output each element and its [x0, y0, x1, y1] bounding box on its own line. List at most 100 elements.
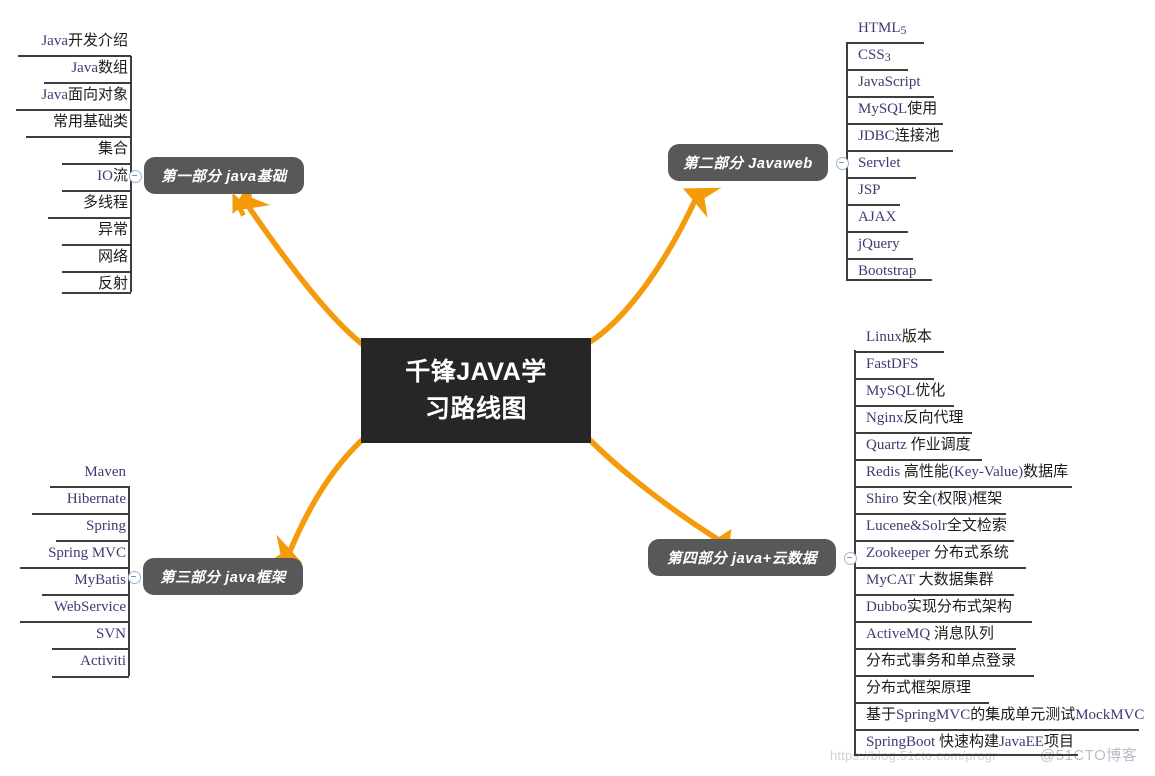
leaf-rule — [846, 258, 913, 260]
leaf-item[interactable]: 分布式框架原理 — [866, 679, 971, 698]
leaf-item[interactable]: 多线程 — [0, 194, 128, 213]
leaf-item[interactable]: Dubbo实现分布式架构 — [866, 598, 1012, 617]
branch-label-1: 第一部分 java基础 — [161, 169, 287, 185]
leaf-rule — [846, 231, 908, 233]
leaf-item[interactable]: Servlet — [858, 154, 901, 173]
leaf-item[interactable]: jQuery — [858, 235, 900, 254]
leaf-item[interactable]: 异常 — [0, 221, 128, 240]
branch-pill-1[interactable]: 第一部分 java基础 — [144, 157, 304, 194]
leaf-rule — [846, 96, 934, 98]
leaf-rule — [854, 432, 972, 434]
leaf-item[interactable]: MyBatis — [0, 571, 126, 590]
leaf-item[interactable]: MySQL优化 — [866, 382, 945, 401]
leaf-item[interactable]: IO流 — [0, 167, 128, 186]
leaf-item[interactable]: Redis 高性能(Key-Value)数据库 — [866, 463, 1068, 482]
leaf-rule — [854, 405, 954, 407]
branch-label-2: 第二部分 Javaweb — [683, 156, 813, 172]
leaf-item[interactable]: 网络 — [0, 248, 128, 267]
leaf-group-branch-4: Linux版本 FastDFS MySQL优化 Nginx反向代理 Quartz… — [854, 320, 1154, 760]
leaf-item[interactable]: 基于SpringMVC的集成单元测试MockMVC — [866, 706, 1144, 725]
leaf-rule — [20, 621, 129, 623]
leaf-rule — [854, 621, 1032, 623]
leaf-rule — [62, 271, 131, 273]
branch-4-spine — [854, 350, 856, 754]
leaf-rule — [846, 42, 924, 44]
mouse-cursor — [232, 193, 250, 217]
leaf-rule — [62, 292, 131, 294]
branch-label-4: 第四部分 java+云数据 — [666, 551, 818, 567]
leaf-item[interactable]: FastDFS — [866, 355, 919, 374]
leaf-item[interactable]: Spring MVC — [0, 544, 126, 563]
leaf-item[interactable]: Nginx反向代理 — [866, 409, 964, 428]
leaf-item[interactable]: JSP — [858, 181, 881, 200]
leaf-item[interactable]: WebService — [0, 598, 126, 617]
leaf-item[interactable]: 分布式事务和单点登录 — [866, 652, 1016, 671]
center-title-line1: 千锋JAVA学 — [405, 358, 547, 387]
leaf-rule — [854, 729, 1139, 731]
leaf-rule — [854, 594, 1014, 596]
leaf-group-branch-1: Java开发介绍 Java数组 Java面向对象 常用基础类 集合 IO流 多线… — [0, 0, 132, 300]
leaf-item[interactable]: Shiro 安全(权限)框架 — [866, 490, 1002, 509]
collapse-toggle-branch-1[interactable] — [129, 170, 142, 183]
leaf-item[interactable]: JDBC连接池 — [858, 127, 940, 146]
collapse-toggle-branch-2[interactable] — [836, 157, 849, 170]
connector-to-branch-1 — [232, 177, 365, 347]
leaf-rule — [48, 217, 131, 219]
branch-pill-4[interactable]: 第四部分 java+云数据 — [648, 539, 836, 576]
leaf-item[interactable]: MySQL使用 — [858, 100, 937, 119]
leaf-item[interactable]: MyCAT 大数据集群 — [866, 571, 994, 590]
leaf-item[interactable]: Activiti — [0, 652, 126, 671]
leaf-rule — [62, 190, 131, 192]
leaf-rule — [62, 244, 131, 246]
leaf-item[interactable]: Java数组 — [0, 59, 128, 78]
leaf-rule — [854, 702, 989, 704]
leaf-item[interactable]: Java开发介绍 — [0, 32, 128, 51]
leaf-item[interactable]: AJAX — [858, 208, 896, 227]
center-node[interactable]: 千锋JAVA学 习路线图 — [361, 338, 591, 443]
leaf-item[interactable]: HTML5 — [858, 19, 907, 38]
leaf-item[interactable]: Maven — [0, 463, 126, 482]
leaf-item[interactable]: Hibernate — [0, 490, 126, 509]
leaf-rule — [20, 567, 129, 569]
leaf-rule — [18, 55, 131, 57]
leaf-item[interactable]: Zookeeper 分布式系统 — [866, 544, 1009, 563]
leaf-rule — [52, 648, 129, 650]
leaf-item[interactable]: Spring — [0, 517, 126, 536]
leaf-item[interactable]: SpringBoot 快速构建JavaEE项目 — [866, 733, 1074, 752]
leaf-item[interactable]: ActiveMQ 消息队列 — [866, 625, 994, 644]
leaf-item[interactable]: Linux版本 — [866, 328, 932, 347]
branch-pill-3[interactable]: 第三部分 java框架 — [143, 558, 303, 595]
mindmap-canvas: 千锋JAVA学 习路线图 第一部分 java基础 Java开发介绍 Java数组… — [0, 0, 1155, 776]
leaf-item[interactable]: Java面向对象 — [0, 86, 128, 105]
leaf-item[interactable]: Lucene&Solr全文检索 — [866, 517, 1007, 536]
branch-label-3: 第三部分 java框架 — [160, 570, 286, 586]
leaf-group-branch-2: HTML5 CSS3 JavaScript MySQL使用 JDBC连接池 Se… — [846, 0, 1026, 290]
leaf-rule — [42, 594, 129, 596]
leaf-rule — [854, 378, 934, 380]
leaf-item[interactable]: Quartz 作业调度 — [866, 436, 971, 455]
leaf-rule — [846, 204, 900, 206]
leaf-rule — [50, 486, 129, 488]
leaf-rule — [846, 150, 953, 152]
connector-to-branch-2 — [587, 187, 722, 345]
leaf-rule — [854, 540, 1014, 542]
leaf-rule — [32, 513, 129, 515]
leaf-item[interactable]: 集合 — [0, 140, 128, 159]
leaf-rule — [854, 513, 1006, 515]
leaf-rule — [26, 136, 131, 138]
collapse-toggle-branch-3[interactable] — [128, 571, 141, 584]
leaf-rule — [44, 82, 131, 84]
leaf-rule — [846, 279, 932, 281]
leaf-rule — [854, 351, 944, 353]
leaf-item[interactable]: SVN — [0, 625, 126, 644]
leaf-rule — [846, 69, 908, 71]
leaf-rule — [854, 567, 1026, 569]
leaf-rule — [52, 676, 129, 678]
collapse-toggle-branch-4[interactable] — [844, 552, 857, 565]
connector-to-branch-3 — [264, 437, 365, 566]
leaf-rule — [846, 123, 943, 125]
leaf-item[interactable]: JavaScript — [858, 73, 920, 92]
branch-pill-2[interactable]: 第二部分 Javaweb — [668, 144, 828, 181]
leaf-item[interactable]: CSS3 — [858, 46, 891, 65]
leaf-item[interactable]: 常用基础类 — [0, 113, 128, 132]
